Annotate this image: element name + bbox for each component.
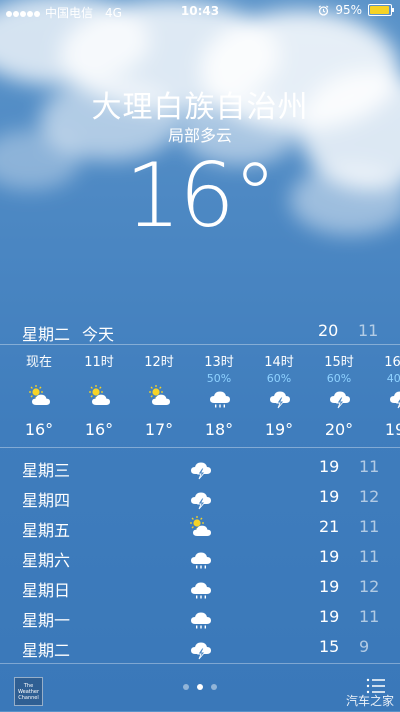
hourly-item: 16时40%19° — [369, 345, 400, 445]
day-low: 11 — [359, 547, 380, 566]
day-low: 9 — [359, 637, 370, 656]
rain-cloud-icon — [188, 544, 214, 570]
condition-text: 局部多云 — [167, 126, 232, 145]
hourly-item: 15时 60% 20° — [309, 345, 369, 445]
day-high: 15 — [319, 637, 340, 656]
hour-temp: 19° — [264, 420, 294, 439]
watermark-text: 汽车之家 — [345, 694, 394, 708]
day-name: 星期日 — [22, 581, 71, 600]
daily-forecast[interactable]: 星期三 19 11 星期四 19 12 星期五 21 11 星期六 19 11 星期日 19 12 星期一 19… — [0, 452, 400, 662]
daily-row: 星期三 19 11 — [0, 452, 400, 482]
hour-time: 15时 — [324, 355, 354, 370]
partly-cloudy-sun-icon — [147, 383, 173, 409]
hour-temp: 18° — [204, 420, 234, 439]
daily-row: 星期五 21 11 — [0, 512, 400, 542]
hour-temp: 19° — [384, 420, 400, 439]
day-low: 12 — [359, 487, 380, 506]
hourly-item: 现在 16° — [9, 345, 69, 445]
daily-row: 星期一 19 11 — [0, 602, 400, 632]
hourly-item: 14时 60% 19° — [249, 345, 309, 445]
page-dot[interactable] — [183, 684, 189, 690]
bottom-toolbar: The Weather Channel 汽车之家 — [0, 663, 400, 712]
thunderstorm-icon — [188, 634, 214, 660]
hourly-item: 13时 50% 18° — [189, 345, 249, 445]
day-name: 星期六 — [22, 551, 71, 570]
day-name: 星期四 — [22, 491, 71, 510]
daily-row: 星期二 15 9 — [0, 632, 400, 662]
partly-cloudy-sun-icon — [27, 383, 53, 409]
weather-channel-logo[interactable]: The Weather Channel — [14, 677, 43, 706]
hour-time: 13时 — [204, 355, 234, 370]
day-low: 11 — [359, 607, 380, 626]
hour-time: 现在 — [25, 355, 52, 370]
day-low: 12 — [359, 577, 380, 596]
day-high: 19 — [319, 607, 340, 626]
today-low: 11 — [358, 321, 379, 340]
daily-row: 星期日 19 12 — [0, 572, 400, 602]
hour-temp: 17° — [144, 420, 174, 439]
partly-cloudy-sun-icon — [188, 514, 214, 540]
hourly-item: 11时 16° — [69, 345, 129, 445]
hourly-item: 12时 17° — [129, 345, 189, 445]
battery-percent: 95% — [335, 3, 362, 17]
thunderstorm-icon — [188, 484, 214, 510]
rain-cloud-icon — [207, 383, 233, 409]
status-bar: 中国电信 4G 10:43 95% — [0, 0, 400, 22]
page-dot[interactable] — [197, 684, 203, 690]
day-low: 11 — [359, 457, 380, 476]
day-name: 星期一 — [22, 611, 71, 630]
hour-time: 14时 — [264, 355, 294, 370]
thunderstorm-icon — [188, 454, 214, 480]
hour-time: 11时 — [84, 355, 114, 370]
thunderstorm-icon — [327, 383, 353, 409]
rain-cloud-icon — [188, 574, 214, 600]
today-day: 星期二 — [22, 325, 71, 344]
hour-temp: 16° — [24, 420, 54, 439]
hour-temp: 16° — [84, 420, 114, 439]
day-high: 21 — [319, 517, 340, 536]
day-name: 星期五 — [22, 521, 71, 540]
page-dot[interactable] — [211, 684, 217, 690]
partly-cloudy-sun-icon — [87, 383, 113, 409]
day-high: 19 — [319, 577, 340, 596]
today-summary: 星期二 今天 20 11 — [0, 318, 400, 344]
hour-temp: 20° — [324, 420, 354, 439]
day-high: 19 — [319, 547, 340, 566]
hourly-forecast[interactable]: 现在 16° 11时 16° 12时 17° 13时 50% 18° 14时 60% 19° 15时 60… — [0, 344, 400, 448]
battery-fill — [370, 6, 389, 14]
rain-cloud-icon — [188, 604, 214, 630]
day-low: 11 — [359, 517, 380, 536]
day-high: 19 — [319, 487, 340, 506]
day-high: 19 — [319, 457, 340, 476]
page-indicator[interactable] — [183, 684, 217, 690]
daily-row: 星期四 19 12 — [0, 482, 400, 512]
thunderstorm-icon — [267, 383, 293, 409]
day-name: 星期三 — [22, 461, 71, 480]
daily-row: 星期六 19 11 — [0, 542, 400, 572]
hour-time: 16时 — [384, 355, 400, 370]
city-name: 大理白族自治州 — [91, 90, 309, 125]
alarm-clock-icon — [318, 4, 329, 16]
thunderstorm-icon — [387, 383, 400, 409]
current-temperature: 16° — [125, 144, 277, 247]
battery-icon — [368, 4, 394, 16]
today-label: 今天 — [82, 325, 115, 344]
day-name: 星期二 — [22, 641, 71, 660]
hour-time: 12时 — [144, 355, 174, 370]
today-high: 20 — [318, 321, 339, 340]
